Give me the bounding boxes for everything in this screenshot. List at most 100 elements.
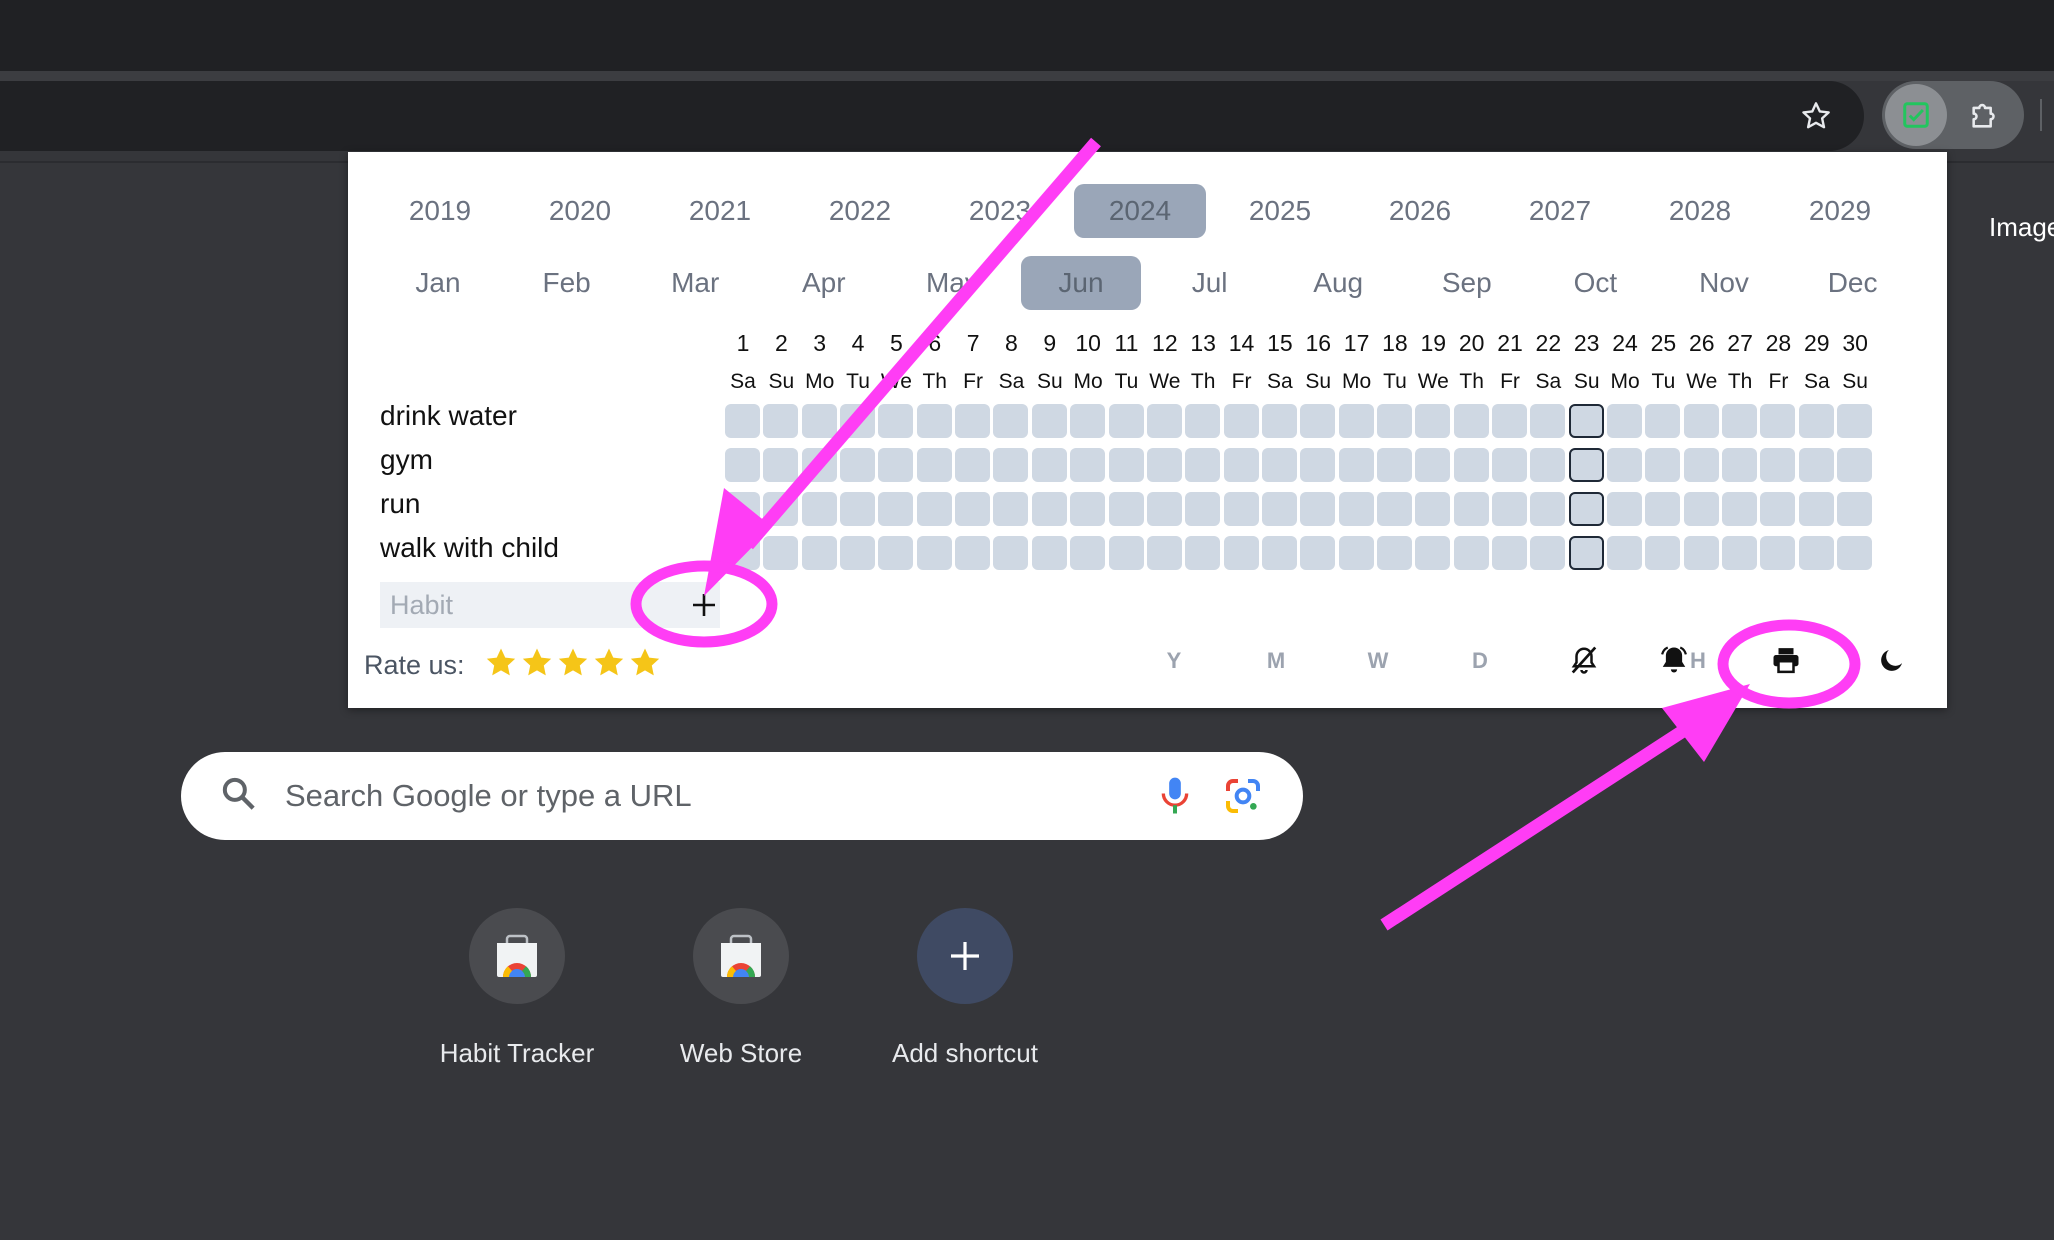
habit-day-cell[interactable]: [1645, 448, 1681, 482]
habit-day-cell[interactable]: [993, 404, 1029, 438]
habit-day-cell[interactable]: [1798, 536, 1834, 570]
year-option-2020[interactable]: 2020: [514, 184, 646, 238]
habit-day-cell[interactable]: [1300, 536, 1336, 570]
habit-day-cell[interactable]: [1492, 404, 1527, 438]
year-option-2022[interactable]: 2022: [794, 184, 926, 238]
habit-day-cell[interactable]: [1415, 492, 1451, 526]
habit-day-cell[interactable]: [1185, 536, 1221, 570]
habit-day-cell[interactable]: [1798, 448, 1834, 482]
month-option-nov[interactable]: Nov: [1664, 256, 1784, 310]
habit-day-cell[interactable]: [1376, 536, 1412, 570]
habit-day-cell[interactable]: [1837, 536, 1873, 570]
view-mode-y[interactable]: Y: [1159, 648, 1189, 674]
habit-day-cell[interactable]: [1376, 404, 1412, 438]
habit-day-cell[interactable]: [1108, 536, 1144, 570]
habit-day-cell[interactable]: [763, 404, 799, 438]
habit-day-cell[interactable]: [1108, 448, 1144, 482]
habit-day-cell[interactable]: [840, 536, 876, 570]
habit-day-cell[interactable]: [1338, 492, 1374, 526]
habit-day-cell[interactable]: [763, 536, 799, 570]
habit-day-cell[interactable]: [878, 536, 914, 570]
habit-day-cell[interactable]: [1108, 404, 1144, 438]
year-option-2026[interactable]: 2026: [1354, 184, 1486, 238]
habit-day-cell[interactable]: [1031, 492, 1067, 526]
habit-day-cell[interactable]: [1568, 404, 1604, 438]
habit-day-cell[interactable]: [840, 404, 876, 438]
view-mode-d[interactable]: D: [1465, 648, 1495, 674]
habit-day-cell[interactable]: [1645, 404, 1681, 438]
month-option-oct[interactable]: Oct: [1535, 256, 1655, 310]
habit-day-cell[interactable]: [993, 492, 1029, 526]
habit-day-cell[interactable]: [955, 536, 991, 570]
habit-day-cell[interactable]: [1760, 536, 1796, 570]
year-option-2024[interactable]: 2024: [1074, 184, 1206, 238]
habit-day-cell[interactable]: [1722, 448, 1758, 482]
habit-day-cell[interactable]: [1837, 448, 1873, 482]
habit-day-cell[interactable]: [1031, 448, 1067, 482]
bookmark-star-icon[interactable]: [1795, 95, 1837, 137]
habit-day-cell[interactable]: [1453, 404, 1489, 438]
habit-day-cell[interactable]: [916, 448, 952, 482]
habit-day-cell[interactable]: [763, 492, 799, 526]
habit-day-cell[interactable]: [1798, 404, 1834, 438]
habit-day-cell[interactable]: [801, 492, 837, 526]
habit-day-cell[interactable]: [916, 492, 952, 526]
habit-day-cell[interactable]: [1568, 448, 1604, 482]
habit-day-cell[interactable]: [1722, 492, 1758, 526]
habit-day-cell[interactable]: [725, 492, 760, 526]
habit-day-cell[interactable]: [840, 448, 876, 482]
habit-day-cell[interactable]: [955, 448, 991, 482]
year-option-2023[interactable]: 2023: [934, 184, 1066, 238]
bell-icon[interactable]: [1656, 642, 1692, 678]
view-mode-m[interactable]: M: [1261, 648, 1291, 674]
habit-day-cell[interactable]: [1185, 404, 1221, 438]
habit-day-cell[interactable]: [1300, 448, 1336, 482]
habit-day-cell[interactable]: [1185, 448, 1221, 482]
habit-day-cell[interactable]: [801, 404, 837, 438]
year-option-2021[interactable]: 2021: [654, 184, 786, 238]
year-option-2027[interactable]: 2027: [1494, 184, 1626, 238]
new-habit-input[interactable]: [380, 582, 720, 628]
month-option-jul[interactable]: Jul: [1150, 256, 1270, 310]
month-option-apr[interactable]: Apr: [764, 256, 884, 310]
habit-day-cell[interactable]: [1146, 448, 1182, 482]
habit-day-cell[interactable]: [1415, 536, 1451, 570]
address-bar[interactable]: [0, 81, 1864, 151]
month-option-aug[interactable]: Aug: [1278, 256, 1398, 310]
habit-day-cell[interactable]: [1492, 492, 1527, 526]
habit-day-cell[interactable]: [1645, 492, 1681, 526]
month-option-dec[interactable]: Dec: [1793, 256, 1913, 310]
habit-day-cell[interactable]: [993, 536, 1029, 570]
ntp-images-link[interactable]: Image: [1989, 212, 2054, 243]
month-option-sep[interactable]: Sep: [1407, 256, 1527, 310]
habit-day-cell[interactable]: [1261, 448, 1297, 482]
rating-star-icon[interactable]: [592, 646, 626, 680]
habit-day-cell[interactable]: [1453, 492, 1489, 526]
habit-day-cell[interactable]: [1683, 404, 1719, 438]
year-option-2025[interactable]: 2025: [1214, 184, 1346, 238]
habit-day-cell[interactable]: [1837, 404, 1873, 438]
habit-day-cell[interactable]: [840, 492, 876, 526]
habit-day-cell[interactable]: [1760, 448, 1796, 482]
habit-day-cell[interactable]: [1146, 492, 1182, 526]
habit-day-cell[interactable]: [1261, 404, 1297, 438]
habit-day-cell[interactable]: [1760, 404, 1796, 438]
habit-day-cell[interactable]: [1108, 492, 1144, 526]
habit-day-cell[interactable]: [1683, 448, 1719, 482]
shortcut-add-shortcut[interactable]: Add shortcut: [860, 908, 1070, 1078]
habit-day-cell[interactable]: [1070, 492, 1106, 526]
habit-day-cell[interactable]: [1338, 404, 1374, 438]
habit-day-cell[interactable]: [725, 448, 760, 482]
habit-day-cell[interactable]: [1338, 536, 1374, 570]
month-option-feb[interactable]: Feb: [507, 256, 627, 310]
habit-day-cell[interactable]: [1607, 536, 1643, 570]
habit-day-cell[interactable]: [1146, 404, 1182, 438]
habit-day-cell[interactable]: [955, 492, 991, 526]
habit-day-cell[interactable]: [1300, 492, 1336, 526]
habit-day-cell[interactable]: [801, 536, 837, 570]
habit-day-cell[interactable]: [1568, 492, 1604, 526]
habit-day-cell[interactable]: [1798, 492, 1834, 526]
habit-day-cell[interactable]: [725, 536, 760, 570]
habit-day-cell[interactable]: [1185, 492, 1221, 526]
habit-day-cell[interactable]: [1070, 448, 1106, 482]
